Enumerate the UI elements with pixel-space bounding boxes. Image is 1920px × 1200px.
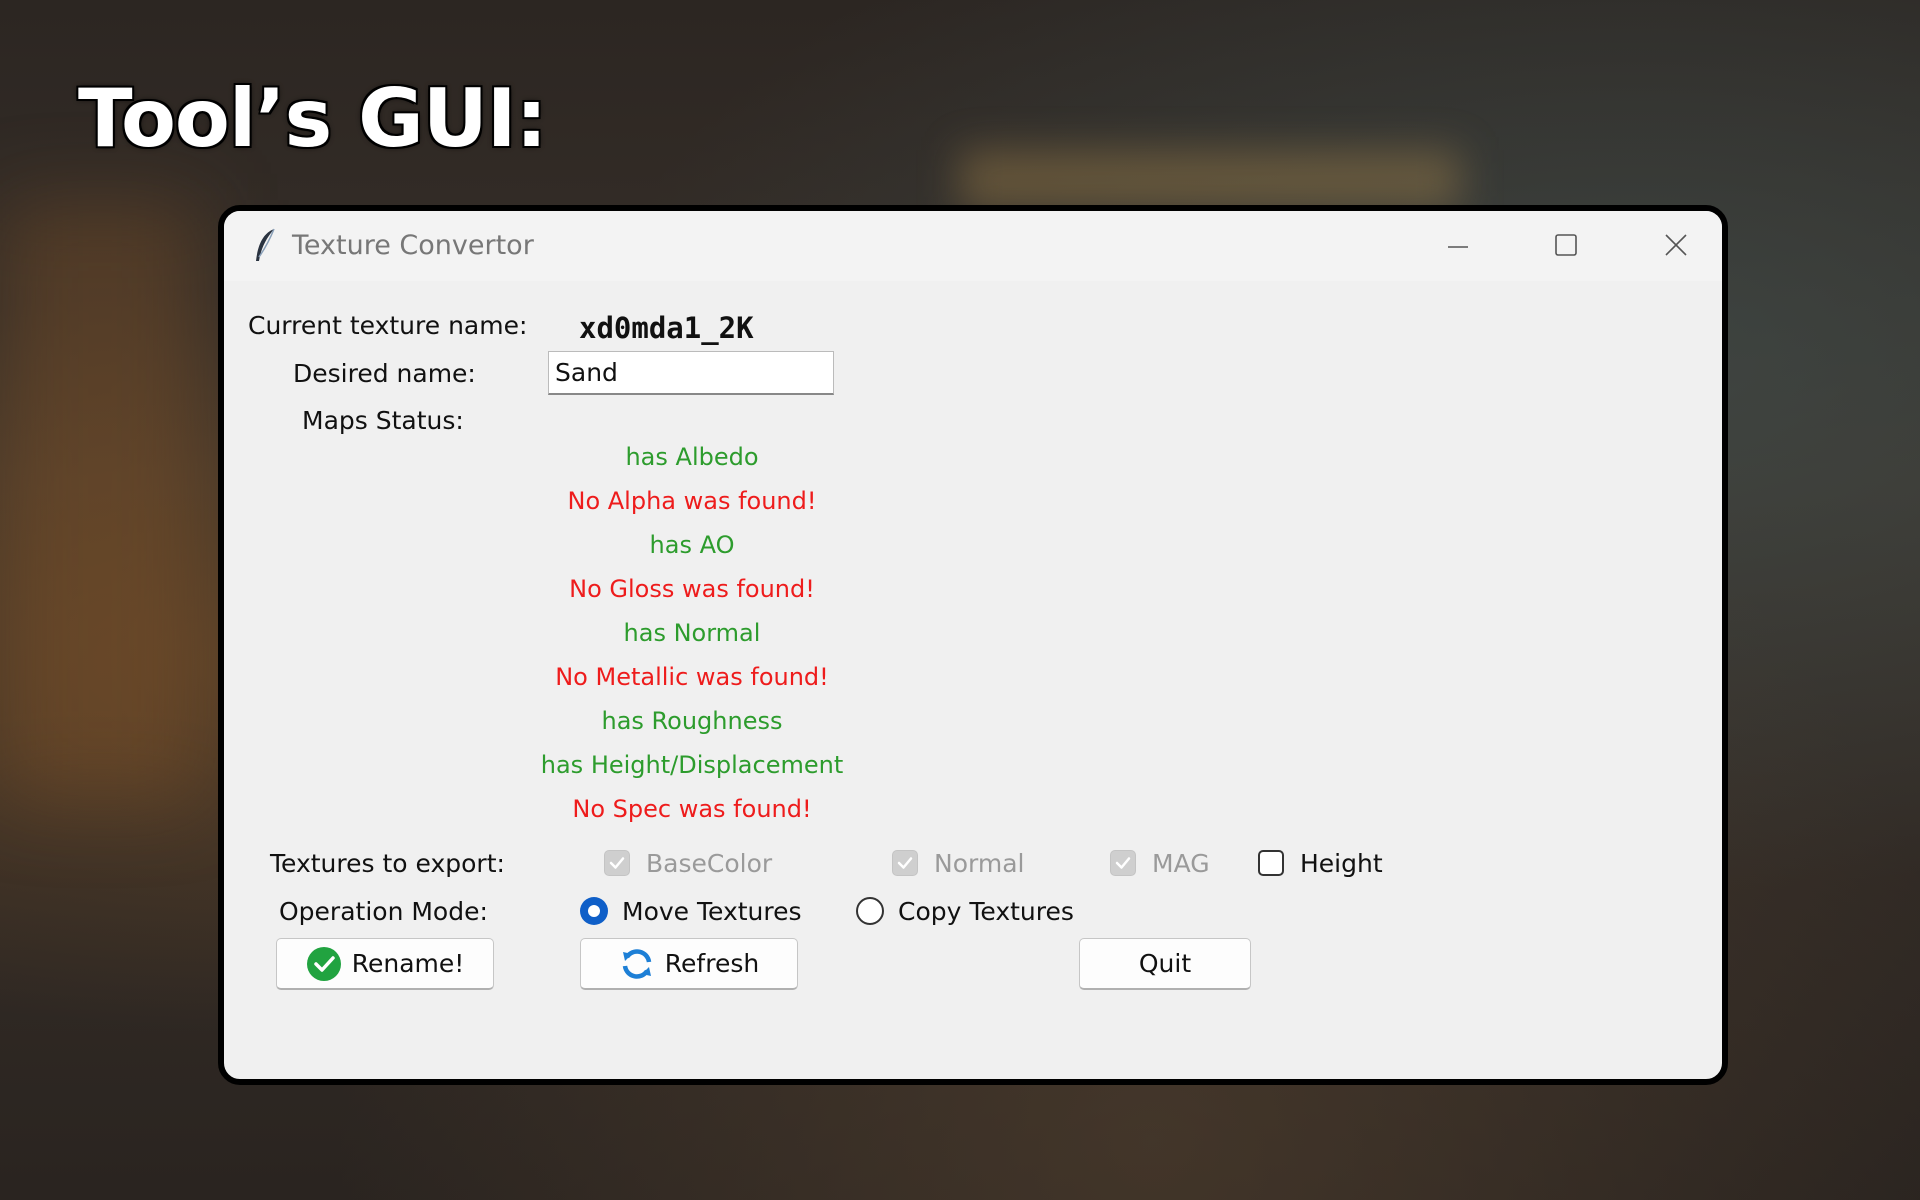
current-texture-label: Current texture name: — [248, 311, 528, 340]
export-option-label: Height — [1300, 848, 1383, 878]
textures-to-export-label: Textures to export: — [270, 849, 505, 878]
checkbox-icon[interactable] — [1258, 850, 1284, 876]
radio-selected-icon[interactable] — [580, 897, 608, 925]
operation-option-label: Move Textures — [622, 896, 802, 926]
export-option-label: BaseColor — [646, 848, 773, 878]
export-option-basecolor: BaseColor — [604, 845, 772, 881]
title-bar[interactable]: Texture Convertor — [224, 211, 1722, 281]
map-status-item: has Height/Displacement — [540, 751, 844, 779]
rename-button-label: Rename! — [351, 949, 465, 978]
quit-button[interactable]: Quit — [1079, 938, 1251, 990]
maximize-icon[interactable] — [1542, 223, 1590, 267]
maps-status-label: Maps Status: — [302, 406, 464, 435]
window-title: Texture Convertor — [292, 230, 534, 261]
checkbox-checked-icon — [892, 850, 918, 876]
map-status-item: has Normal — [623, 619, 761, 647]
export-option-label: MAG — [1152, 848, 1210, 878]
close-icon[interactable] — [1652, 223, 1700, 267]
feather-icon — [256, 228, 275, 261]
map-status-item: has AO — [649, 531, 735, 559]
quit-button-label: Quit — [1138, 949, 1192, 978]
map-status-item: No Metallic was found! — [555, 663, 829, 691]
refresh-icon — [622, 948, 652, 979]
page-heading: Tool’s GUI: — [77, 71, 550, 167]
export-option-normal: Normal — [892, 845, 1024, 881]
desired-name-input[interactable] — [548, 351, 834, 395]
export-option-mag: MAG — [1110, 845, 1210, 881]
export-option-label: Normal — [934, 848, 1025, 878]
export-option-height[interactable]: Height — [1258, 845, 1383, 881]
current-texture-value: xd0mda1_2K — [579, 311, 754, 345]
map-status-item: No Spec was found! — [572, 795, 812, 823]
app-window: Texture Convertor Current texture name: … — [218, 205, 1728, 1085]
operation-option-move[interactable]: Move Textures — [580, 893, 802, 929]
minimize-icon[interactable] — [1434, 223, 1482, 267]
map-status-item: has Albedo — [625, 443, 759, 471]
map-status-item: No Gloss was found! — [569, 575, 815, 603]
map-status-item: has Roughness — [601, 707, 783, 735]
operation-option-copy[interactable]: Copy Textures — [856, 893, 1074, 929]
checkbox-checked-icon — [604, 850, 630, 876]
rename-button[interactable]: Rename! — [276, 938, 494, 990]
check-circle-icon — [306, 946, 341, 981]
refresh-button-label: Refresh — [664, 949, 760, 978]
operation-mode-label: Operation Mode: — [279, 897, 488, 926]
checkbox-checked-icon — [1110, 850, 1136, 876]
refresh-button[interactable]: Refresh — [580, 938, 798, 990]
operation-option-label: Copy Textures — [898, 896, 1074, 926]
desired-name-label: Desired name: — [293, 359, 476, 388]
map-status-item: No Alpha was found! — [567, 487, 817, 515]
radio-icon[interactable] — [856, 897, 884, 925]
